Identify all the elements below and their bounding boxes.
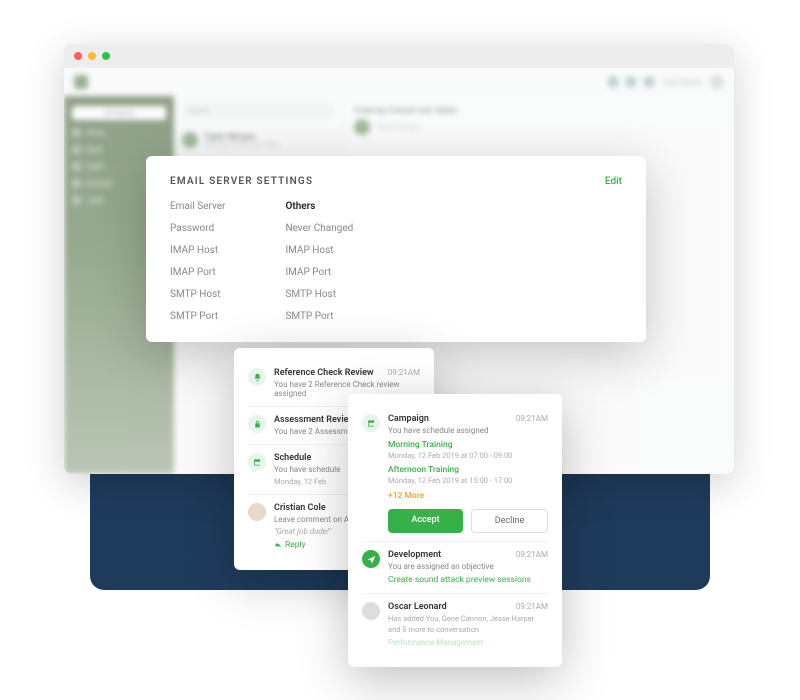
avatar-icon [354,119,370,135]
calendar-icon [248,453,266,471]
minimize-icon[interactable] [88,52,96,60]
edit-button[interactable]: Edit [605,176,622,187]
session-name: Afternoon Training [388,465,548,475]
inbox-row-name: Taylor Morgan [204,132,335,141]
inbox-row[interactable]: Taylor Morgan Ordering Content over Slid… [182,126,335,155]
settings-values-column: Others Never Changed IMAP Host IMAP Port… [285,201,353,322]
settings-label: SMTP Host [170,289,225,300]
calendar-icon [362,414,380,432]
topbar-username: User Name [662,78,702,87]
settings-title: EMAIL SERVER SETTINGS [170,176,313,187]
session-time: Monday, 12 Feb 2019 at 07:00 - 09:00 [388,451,548,460]
reply-icon [274,541,282,549]
compose-button[interactable]: Compose [72,106,166,120]
notification-title: Development [388,550,441,560]
avatar-icon [362,602,380,620]
notification-title: Reference Check Review [274,368,374,378]
settings-labels-column: Email Server Password IMAP Host IMAP Por… [170,201,225,322]
notification-time: 09:21AM [516,414,548,423]
maximize-icon[interactable] [102,52,110,60]
conversation-topic: Performance Management [388,638,548,647]
accept-button[interactable]: Accept [388,509,463,533]
notification-desc: You have schedule assigned [388,426,548,435]
app-logo-icon [74,75,88,89]
settings-label: Email Server [170,201,225,212]
nav-icon [362,550,380,568]
settings-label: SMTP Port [170,311,225,322]
topbar-icon [626,77,636,87]
avatar-icon [182,132,198,148]
notification-desc: Has added You, Gene Cannon, Jesse Harper… [388,614,548,635]
notification-title: Campaign [388,414,429,424]
settings-values-header: Others [285,201,353,212]
email-from: Taylor Morgan [376,123,421,131]
avatar-icon [710,75,724,89]
settings-label: Password [170,223,225,234]
notification-item: Campaign 09:21AM You have schedule assig… [362,406,548,542]
notification-time: 09:21AM [516,550,548,559]
email-subject: Ordering Content over Slideo [354,106,724,115]
notification-time: 09:21AM [388,368,420,377]
notifications-card-right: Campaign 09:21AM You have schedule assig… [348,394,562,667]
notification-item[interactable]: Oscar Leonard 09:21AM Has added You, Gen… [362,594,548,655]
settings-value: SMTP Port [285,311,353,322]
notification-item[interactable]: Development 09:21AM You are assigned an … [362,542,548,594]
search-input[interactable]: Search [182,104,335,118]
session-time: Monday, 12 Feb 2019 at 15:00 - 17:00 [388,476,548,485]
bell-icon [248,368,266,386]
topbar-icon [644,77,654,87]
notification-time: 09:21AM [516,602,548,611]
notification-title: Cristian Cole [274,503,326,513]
settings-value: Never Changed [285,223,353,234]
session-name: Morning Training [388,440,548,450]
sidebar-item[interactable]: Inbox [72,128,166,137]
notification-title: Assessment Review [274,415,355,425]
notification-desc: You are assigned an objective [388,562,548,571]
close-icon[interactable] [74,52,82,60]
objective-link[interactable]: Create sound attack preview sessions [388,575,548,585]
settings-value: IMAP Host [285,245,353,256]
topbar-icon [608,77,618,87]
window-titlebar [64,44,734,68]
settings-value: IMAP Port [285,267,353,278]
decline-button[interactable]: Decline [471,509,548,533]
sidebar-item[interactable]: Sent [72,145,166,154]
avatar-icon [248,503,266,521]
app-topbar: User Name [64,68,734,96]
inbox-row-subject: Ordering Content over Slideo [204,141,335,148]
settings-value: SMTP Host [285,289,353,300]
settings-label: IMAP Port [170,267,225,278]
notification-title: Schedule [274,453,311,463]
settings-label: IMAP Host [170,245,225,256]
email-server-settings-card: EMAIL SERVER SETTINGS Edit Email Server … [146,156,646,342]
more-link[interactable]: +12 More [388,491,548,501]
lock-icon [248,415,266,433]
notification-title: Oscar Leonard [388,602,447,612]
